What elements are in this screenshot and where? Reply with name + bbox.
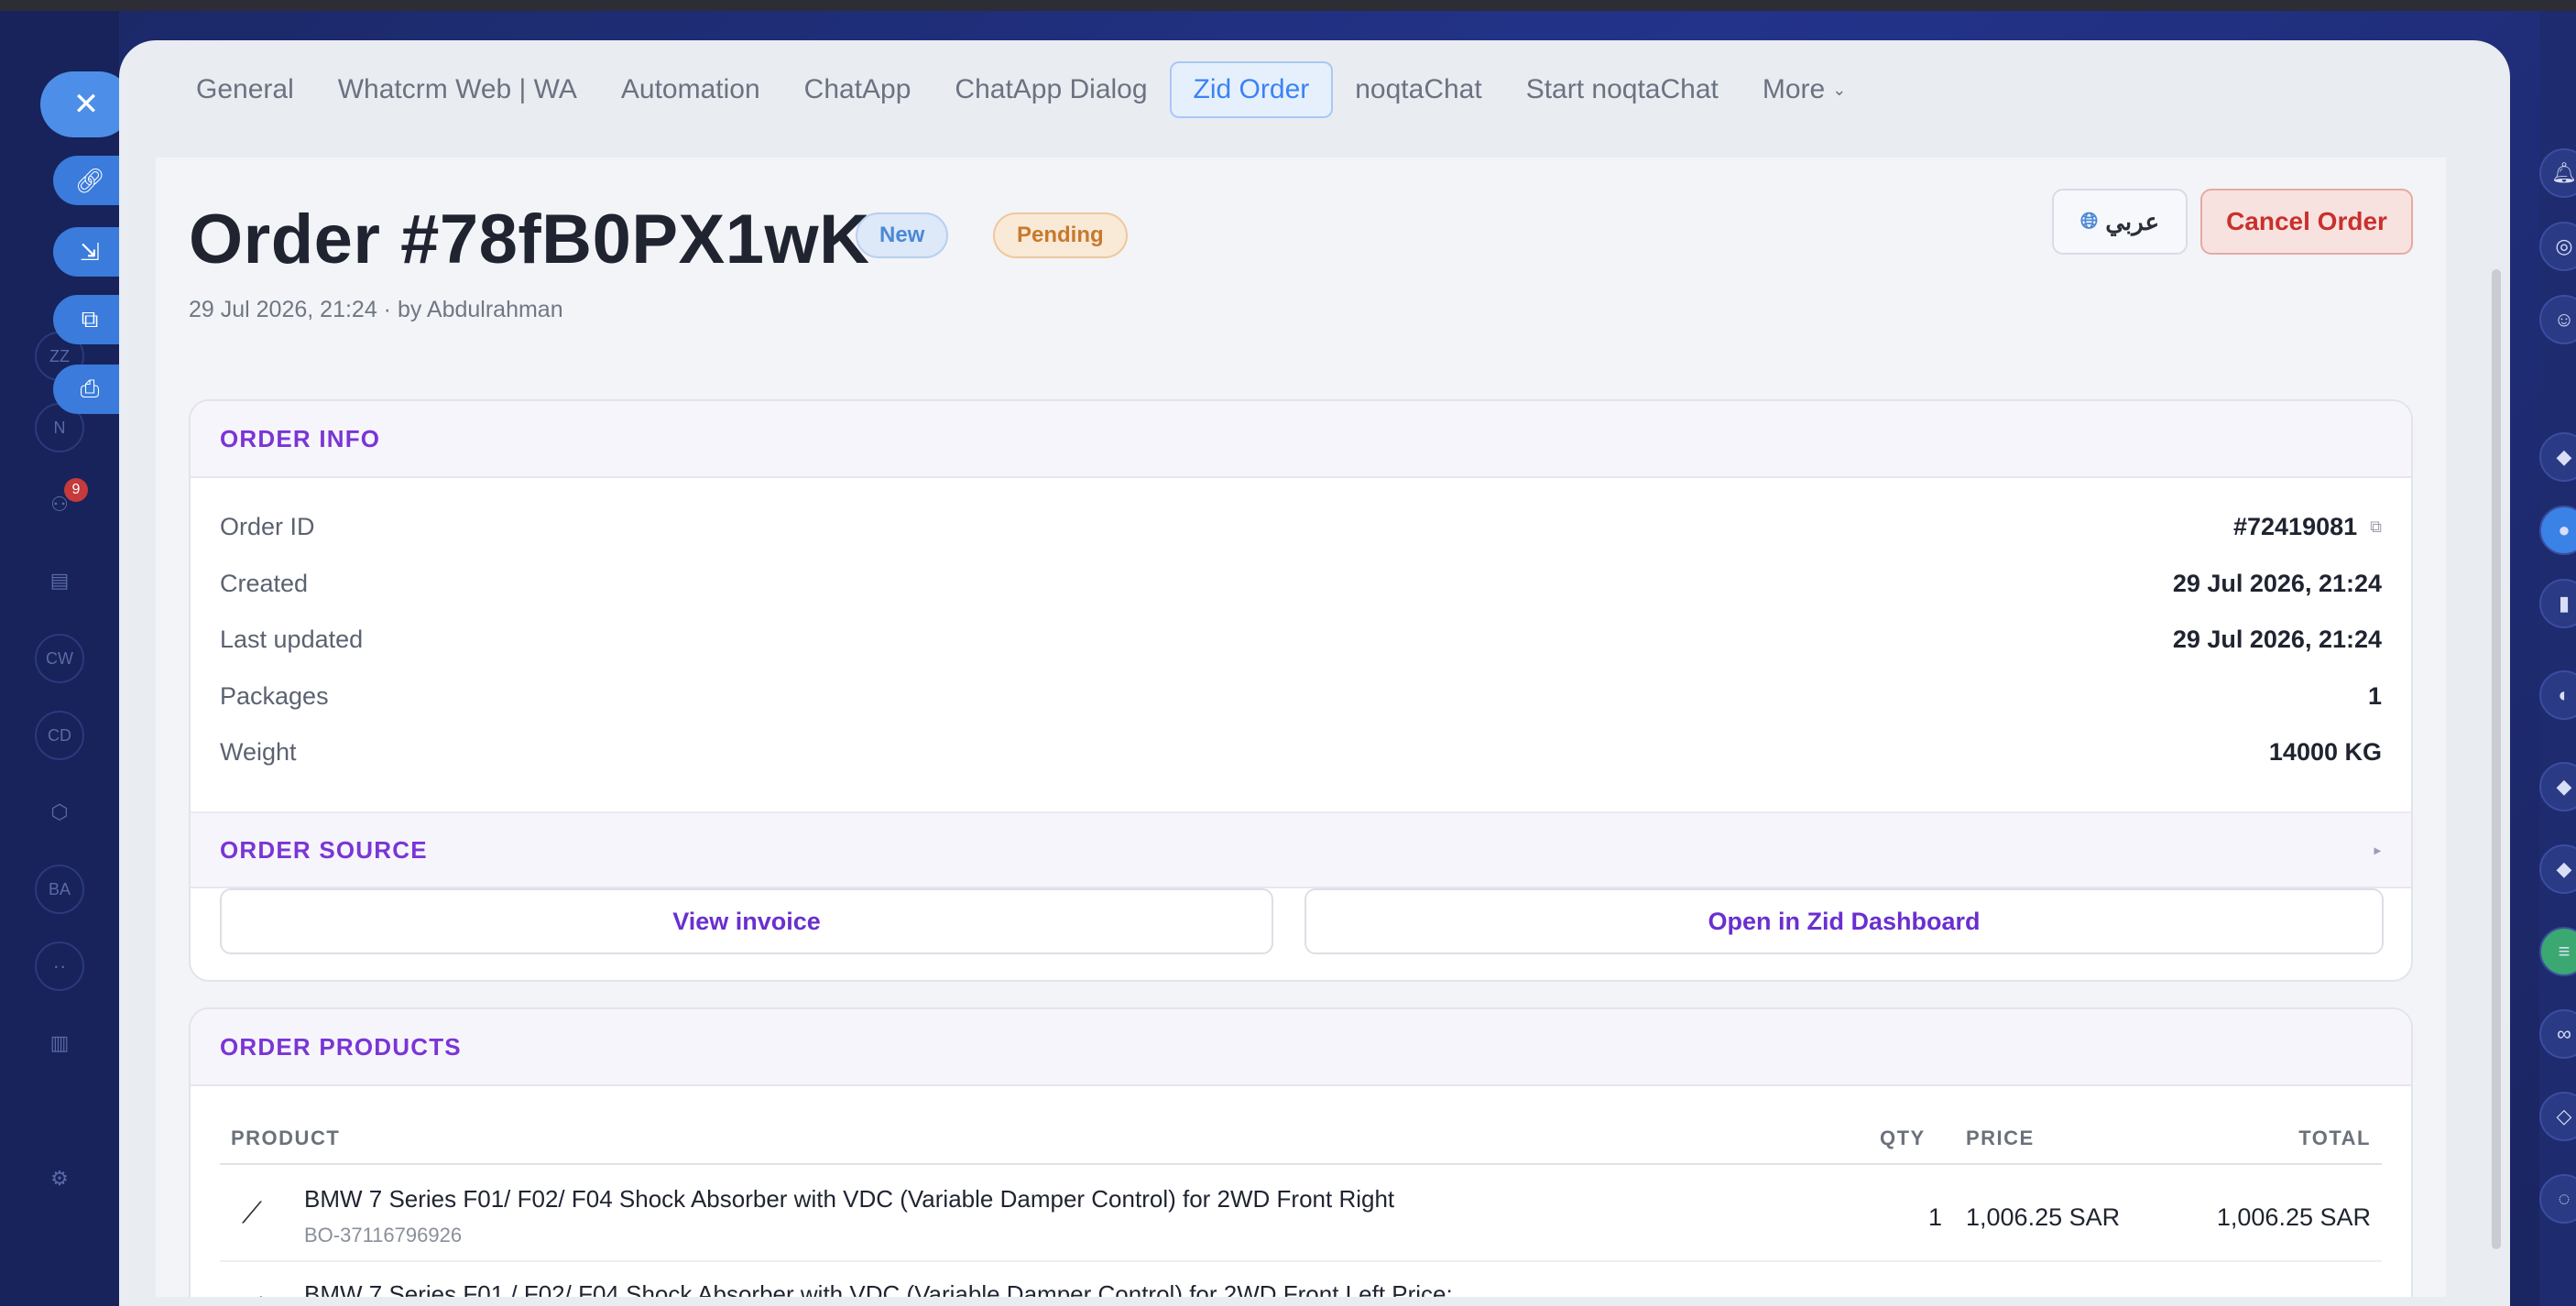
order-modal: General Whatcrm Web | WA Automation Chat… (119, 40, 2510, 1306)
print-icon: ⎙ (80, 375, 100, 402)
app-icon-8[interactable]: ◇ (2539, 1092, 2576, 1141)
app-icon-2[interactable]: ● (2539, 506, 2576, 555)
shock-absorber-icon: ⟋ (231, 1288, 273, 1297)
app-icon-7[interactable]: ∞ (2539, 1009, 2576, 1059)
copy-icon[interactable]: ⧉ (2370, 517, 2382, 537)
notification-icon[interactable]: 🔔︎ (2539, 148, 2576, 198)
app-icon-6[interactable]: ≡ (2539, 927, 2576, 976)
app-icon-1[interactable]: ◆ (2539, 432, 2576, 482)
tab-more[interactable]: More ⌄ (1741, 61, 1868, 118)
column-product: PRODUCT (231, 1126, 341, 1149)
products-table-header: PRODUCT QTY PRICE TOTAL (220, 1110, 2382, 1165)
product-name: BMW 7 Series F01/ F02/ F04 Shock Absorbe… (304, 1185, 1395, 1213)
right-rail: 🔔︎ ◎ ☺ ◆ ● ▮ ◐ ◆ ◆ ≡ ∞ ◇ ◌ (2539, 11, 2576, 1306)
order-source-section[interactable]: ORDER SOURCE ▸ (191, 811, 2411, 888)
contact-card-icon[interactable]: ▤ (35, 556, 84, 605)
rail-more-icon[interactable]: ·· (35, 941, 84, 991)
tab-start-noqtachat[interactable]: Start noqtaChat (1504, 61, 1741, 118)
chevron-down-icon: ⌄ (1832, 80, 1847, 99)
tab-automation[interactable]: Automation (599, 61, 782, 118)
status-badge-pending: Pending (993, 212, 1128, 258)
product-total: 1,006.25 SAR (2216, 1203, 2371, 1231)
package-icon[interactable]: ⬡ (35, 788, 84, 837)
info-row-last-updated: Last updated 29 Jul 2026, 21:24 (220, 625, 2382, 653)
globe-icon: 🌐︎ (2080, 209, 2099, 234)
tab-whatcrm-web[interactable]: Whatcrm Web | WA (316, 61, 599, 118)
product-price: 1,006.25 SAR (1966, 1203, 2121, 1231)
shock-absorber-icon: ⟋ (241, 1196, 263, 1229)
product-sku: BO-37116796926 (304, 1224, 463, 1246)
chat-icon[interactable]: ☺ (2539, 295, 2576, 344)
app-icon-3[interactable]: ▮ (2539, 579, 2576, 628)
link-icon: 🔗︎ (74, 166, 105, 194)
open-external-button[interactable]: ⧉ (53, 295, 126, 344)
language-toggle-button[interactable]: 🌐︎ عربي (2052, 189, 2188, 255)
rail-avatar-cw[interactable]: CW (35, 634, 84, 683)
expand-caret-icon[interactable]: ▸ (2374, 843, 2382, 858)
order-meta: 29 Jul 2026, 21:24 · by Abdulrahman (189, 297, 563, 322)
open-zid-dashboard-button[interactable]: Open in Zid Dashboard (1304, 888, 2384, 954)
order-products-heading: ORDER PRODUCTS (191, 1009, 2411, 1086)
order-products-card: ORDER PRODUCTS PRODUCT QTY PRICE TOTAL ⟋… (189, 1007, 2413, 1297)
page-title: Order #78fB0PX1wK (189, 201, 870, 278)
info-row-weight: Weight 14000 KG (220, 737, 2382, 766)
download-button[interactable]: ⇲ (53, 227, 126, 277)
status-badge-new: New (856, 212, 949, 258)
copy-link-button[interactable]: 🔗︎ (53, 156, 126, 205)
product-name: BMW 7 Series F01 / F02/ F04 Shock Absorb… (304, 1280, 1453, 1297)
target-icon[interactable]: ◎ (2539, 222, 2576, 271)
table-row[interactable]: ⟋ BMW 7 Series F01 / F02/ F04 Shock Abso… (220, 1262, 2382, 1297)
close-modal-button[interactable]: ✕ (40, 71, 132, 137)
rail-avatar-ba[interactable]: BA (35, 865, 84, 914)
column-qty: QTY (1880, 1126, 1926, 1149)
tab-chatapp-dialog[interactable]: ChatApp Dialog (933, 61, 1169, 118)
product-qty: 1 (1927, 1203, 1942, 1231)
tab-zid-order[interactable]: Zid Order (1169, 61, 1334, 118)
print-button[interactable]: ⎙ (53, 365, 126, 414)
app-icon-9[interactable]: ◌ (2539, 1174, 2576, 1224)
rail-badge: 9 (64, 478, 88, 502)
cancel-order-button[interactable]: Cancel Order (2200, 189, 2413, 255)
order-info-heading: ORDER INFO (191, 401, 2411, 478)
tab-bar: General Whatcrm Web | WA Automation Chat… (174, 60, 1868, 119)
info-row-created: Created 29 Jul 2026, 21:24 (220, 569, 2382, 597)
order-panel: Order #78fB0PX1wK New Pending 29 Jul 202… (156, 158, 2446, 1297)
tab-general[interactable]: General (174, 61, 316, 118)
app-icon-5[interactable]: ◆ (2539, 844, 2576, 894)
user-avatar[interactable]: ◐ (2539, 670, 2576, 720)
info-row-packages: Packages 1 (220, 681, 2382, 710)
app-icon-4[interactable]: ◆ (2539, 762, 2576, 811)
rail-avatar-cd[interactable]: CD (35, 711, 84, 760)
order-info-card: ORDER INFO Order ID #72419081 ⧉ Created 2… (189, 399, 2413, 982)
view-invoice-button[interactable]: View invoice (220, 888, 1273, 954)
column-price: PRICE (1966, 1126, 2035, 1149)
download-icon: ⇲ (80, 237, 100, 266)
library-icon[interactable]: ▥ (35, 1018, 84, 1068)
settings-icon[interactable]: ⚙ (35, 1154, 84, 1203)
window-top-bar (0, 0, 2576, 11)
external-link-icon: ⧉ (81, 305, 99, 332)
scrollbar[interactable] (2492, 269, 2501, 1249)
left-rail: ZZ N ⚇ 9 ▤ CW CD ⬡ BA ·· ▥ ⚙ (0, 11, 119, 1306)
table-row[interactable]: ⟋ BMW 7 Series F01/ F02/ F04 Shock Absor… (220, 1167, 2382, 1262)
tab-chatapp[interactable]: ChatApp (782, 61, 933, 118)
tab-noqtachat[interactable]: noqtaChat (1333, 61, 1503, 118)
info-row-order-id: Order ID #72419081 ⧉ (220, 512, 2382, 540)
column-total: TOTAL (2298, 1126, 2371, 1149)
